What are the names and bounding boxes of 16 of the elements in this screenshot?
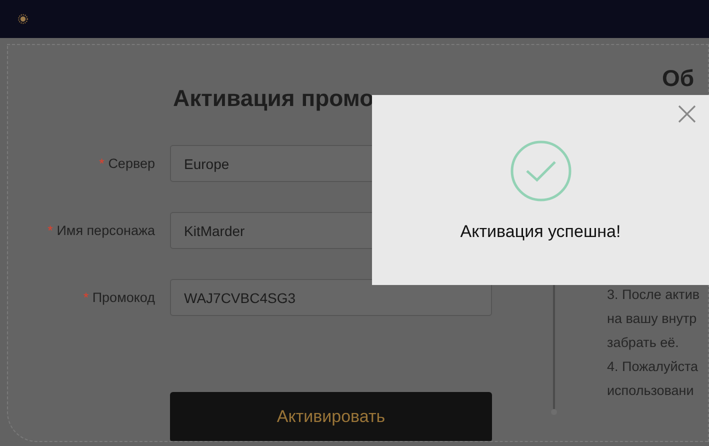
check-circle-icon <box>510 140 572 202</box>
field-label: * Имя персонажа <box>46 222 155 240</box>
info-text: забрать её. <box>607 334 680 352</box>
close-icon[interactable] <box>678 105 696 123</box>
info-text: использовани <box>607 382 695 400</box>
info-text: 3. После актив <box>607 286 700 304</box>
input-field[interactable]: WAJ7CVBC4SG3 <box>170 279 492 316</box>
field-label: * Сервер <box>98 154 155 173</box>
form-title: Активация промо <box>173 84 375 113</box>
logo-icon[interactable] <box>18 14 28 24</box>
activate-button[interactable]: Активировать <box>170 392 492 441</box>
info-title: Об <box>662 65 696 91</box>
field-label: * Промокод <box>82 288 155 307</box>
info-text: 4. Пожалуйста <box>607 358 700 376</box>
info-text: на вашу внутр <box>607 310 698 328</box>
timeline-dot <box>551 409 557 415</box>
